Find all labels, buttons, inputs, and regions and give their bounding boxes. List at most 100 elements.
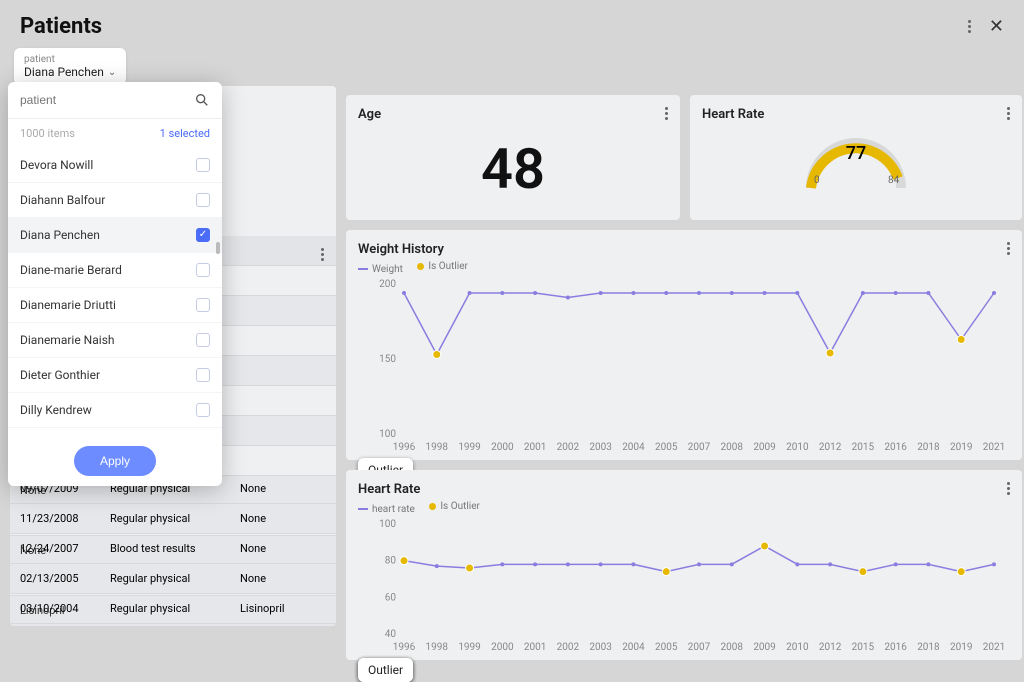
svg-text:2010: 2010 [786,442,809,453]
age-value: 48 [358,122,668,208]
checkbox[interactable] [196,368,210,382]
dropdown-item[interactable]: Dianemarie Naish [8,323,222,358]
dropdown-item[interactable]: Diana Penchen [8,218,222,253]
dropdown-item-label: Diana Penchen [20,228,100,242]
svg-text:2009: 2009 [753,642,775,653]
tile-title: Heart Rate [702,107,1010,122]
checkbox[interactable] [196,333,210,347]
svg-text:1999: 1999 [458,442,480,453]
table-row[interactable]: 11/23/2008Regular physicalNone [10,504,336,534]
age-tile: Age 48 [346,95,680,220]
svg-text:60: 60 [385,592,397,603]
header-menu-icon[interactable] [968,20,971,33]
chart-legend: heart rate Is Outlier [358,497,1010,519]
page-header: Patients ✕ [0,0,1024,47]
svg-text:1996: 1996 [393,642,416,653]
svg-text:2012: 2012 [819,642,842,653]
dropdown-item[interactable]: Devora Nowill [8,148,222,183]
tile-menu-icon[interactable] [1007,107,1010,120]
svg-text:2018: 2018 [917,442,940,453]
svg-text:1999: 1999 [458,642,480,653]
checkbox[interactable] [196,228,210,242]
weight-history-tile: Weight History Weight Is Outlier 1001502… [346,230,1022,460]
item-count: 1000 items [20,127,75,140]
dropdown-item-label: Devora Nowill [20,158,93,172]
tile-title: Heart Rate [358,482,1010,497]
svg-text:2001: 2001 [524,442,546,453]
cell-date: 12/24/2007 [20,542,110,555]
svg-text:2001: 2001 [524,642,546,653]
svg-text:2004: 2004 [622,642,645,653]
svg-text:2003: 2003 [589,442,611,453]
svg-text:2009: 2009 [753,442,775,453]
svg-text:1998: 1998 [426,642,449,653]
table-row[interactable]: 02/13/2005Regular physicalNone [10,564,336,594]
dropdown-item-label: Diahann Balfour [20,193,105,207]
svg-text:100: 100 [379,429,396,440]
patient-filter-chip[interactable]: patient Diana Penchen ⌄ [14,48,126,85]
svg-text:2019: 2019 [950,442,972,453]
svg-text:2003: 2003 [589,642,611,653]
cell-reason: Regular physical [110,572,240,585]
checkbox[interactable] [196,158,210,172]
svg-text:100: 100 [379,519,396,530]
heart-rate-chart: 4060801001996199819992000200120022003200… [358,519,1010,654]
chip-label: patient [24,54,116,65]
chip-value: Diana Penchen ⌄ [24,65,116,79]
svg-text:2021: 2021 [983,642,1005,653]
chart-legend: Weight Is Outlier [358,257,1010,279]
weight-chart: 1001502001996199819992000200120022003200… [358,279,1010,454]
svg-text:2010: 2010 [786,642,809,653]
checkbox[interactable] [196,403,210,417]
table-row[interactable]: 12/03/2003Flu like symtomsNone [10,624,336,626]
table-row[interactable]: 12/24/2007Blood test resultsNone [10,534,336,564]
dropdown-item-label: Dianemarie Naish [20,333,115,347]
svg-text:2015: 2015 [852,642,875,653]
search-icon [194,92,210,108]
svg-text:2008: 2008 [721,642,744,653]
dropdown-item[interactable]: Dieter Gonthier [8,358,222,393]
svg-text:2005: 2005 [655,642,678,653]
apply-button[interactable]: Apply [74,446,156,476]
svg-text:2007: 2007 [688,442,711,453]
dropdown-item-label: Dilly Kendrew [20,403,92,417]
dropdown-item-label: Dieter Gonthier [20,368,100,382]
tile-menu-icon[interactable] [665,107,668,120]
cell-medication: None [240,512,326,525]
checkbox[interactable] [196,193,210,207]
selected-count[interactable]: 1 selected [160,127,210,140]
svg-text:2005: 2005 [655,442,678,453]
scrollbar-thumb[interactable] [216,242,220,254]
svg-text:2008: 2008 [721,442,744,453]
search-input[interactable] [20,93,194,107]
dropdown-item[interactable]: Dianemarie Driutti [8,288,222,323]
table-row[interactable]: 03/10/2004Regular physicalLisinopril [10,594,336,624]
tile-title: Age [358,107,668,122]
cell-date: 11/23/2008 [20,512,110,525]
close-icon[interactable]: ✕ [989,16,1004,37]
dropdown-item[interactable]: Diahann Balfour [8,183,222,218]
checkbox[interactable] [196,298,210,312]
checkbox[interactable] [196,263,210,277]
svg-text:2000: 2000 [491,642,514,653]
dropdown-item-label: Dianemarie Driutti [20,298,116,312]
svg-text:2002: 2002 [557,442,580,453]
tile-menu-icon[interactable] [1007,482,1010,495]
svg-text:2016: 2016 [884,642,907,653]
svg-text:2018: 2018 [917,642,940,653]
tile-menu-icon[interactable] [321,248,324,261]
svg-text:150: 150 [379,354,396,365]
dropdown-item[interactable]: Dilly Kendrew [8,393,222,428]
svg-text:1998: 1998 [426,442,449,453]
svg-text:2004: 2004 [622,442,645,453]
svg-text:2021: 2021 [983,442,1005,453]
dropdown-meta: 1000 items 1 selected [8,119,222,148]
dropdown-list[interactable]: Devora Nowill Diahann Balfour Diana Penche… [8,148,222,436]
tile-menu-icon[interactable] [1007,242,1010,255]
svg-text:2007: 2007 [688,642,711,653]
dropdown-item[interactable]: Diane-marie Berard [8,253,222,288]
gauge-max: 84 [888,175,899,186]
cell-reason: Regular physical [110,512,240,525]
chevron-down-icon: ⌄ [108,67,116,78]
dropdown-item-label: Diane-marie Berard [20,263,122,277]
